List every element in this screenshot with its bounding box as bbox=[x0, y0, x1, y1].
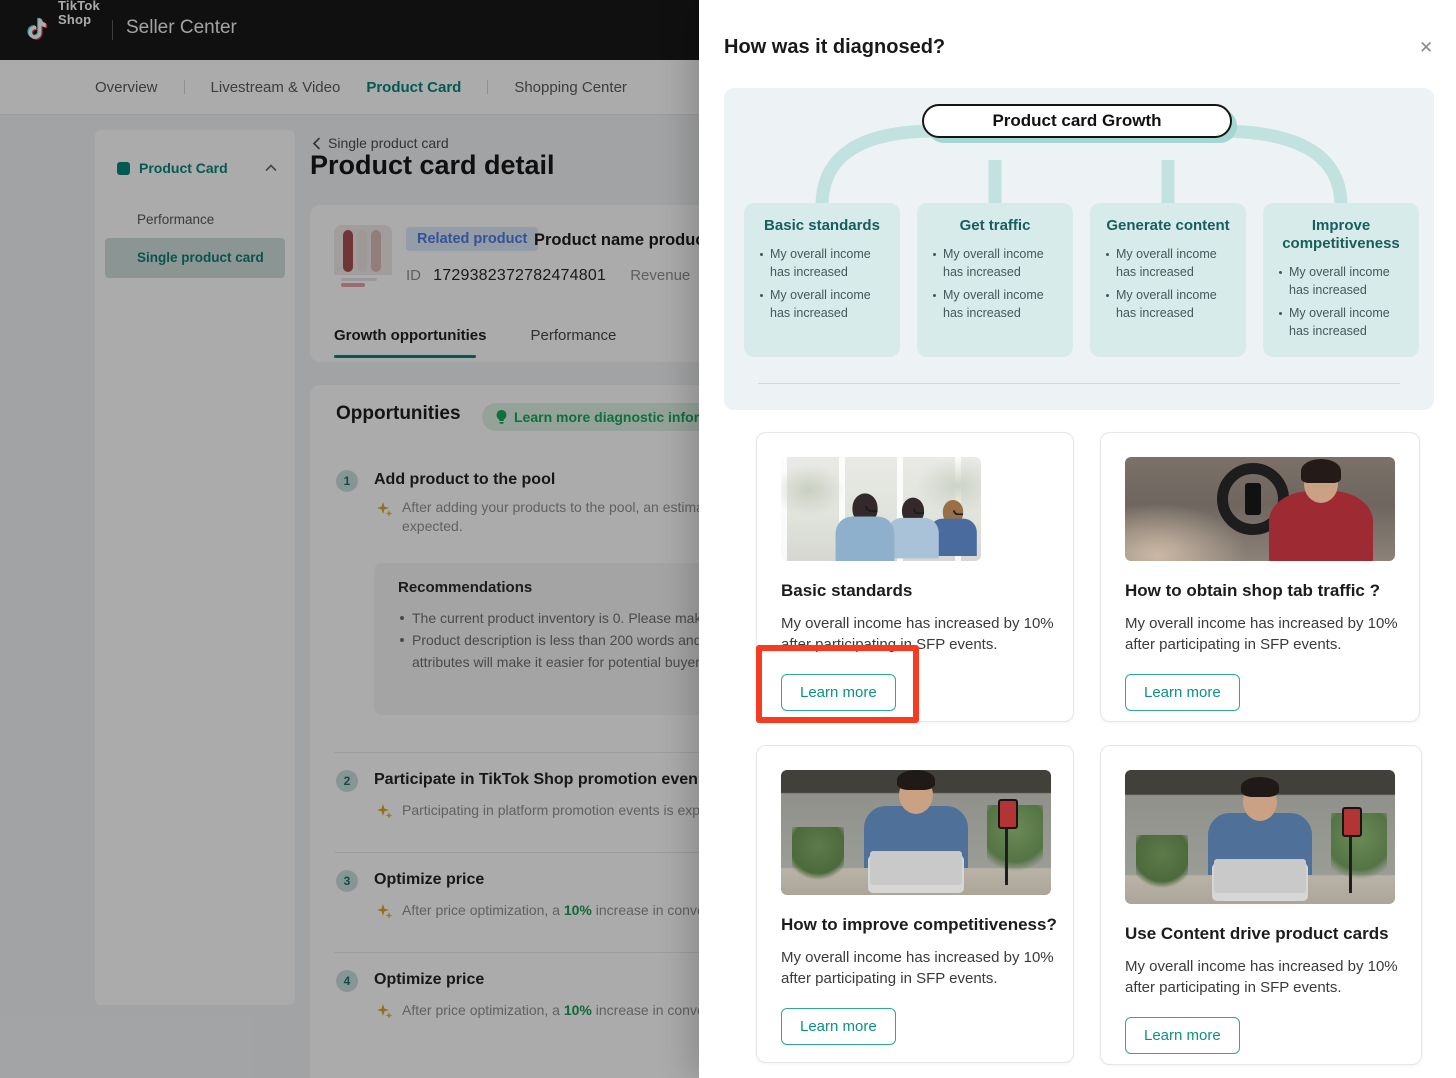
branch-bullet: My overall income has increased bbox=[1106, 245, 1230, 281]
branch-bullet: My overall income has increased bbox=[1279, 304, 1403, 340]
learn-more-button[interactable]: Learn more bbox=[1125, 1017, 1240, 1054]
diagram-root-node: Product card Growth bbox=[922, 104, 1232, 138]
branch-title: Improve competitiveness bbox=[1279, 217, 1403, 253]
card-body: My overall income has increased by 10% a… bbox=[781, 947, 1081, 990]
modal-backdrop[interactable] bbox=[0, 0, 699, 1078]
branch-title: Basic standards bbox=[760, 217, 884, 235]
learn-more-button[interactable]: Learn more bbox=[781, 1008, 896, 1045]
branch-bullet: My overall income has increased bbox=[760, 245, 884, 281]
topic-card-basic-standards: Basic standards My overall income has in… bbox=[756, 432, 1074, 722]
modal-title: How was it diagnosed? bbox=[724, 36, 945, 59]
card-body: My overall income has increased by 10% a… bbox=[781, 613, 1081, 656]
branch-basic-standards: Basic standards My overall income has in… bbox=[744, 203, 900, 357]
diagram-divider bbox=[758, 383, 1400, 384]
diagram-branches: Basic standards My overall income has in… bbox=[744, 203, 1419, 357]
branch-get-traffic: Get traffic My overall income has increa… bbox=[917, 203, 1073, 357]
card-photo-call-center bbox=[781, 457, 981, 561]
close-icon[interactable]: ✕ bbox=[1419, 38, 1433, 58]
card-body: My overall income has increased by 10% a… bbox=[1125, 613, 1425, 656]
branch-improve-competitiveness: Improve competitiveness My overall incom… bbox=[1263, 203, 1419, 357]
branch-bullet: My overall income has increased bbox=[1279, 263, 1403, 299]
learn-more-button[interactable]: Learn more bbox=[1125, 674, 1240, 711]
branch-bullet: My overall income has increased bbox=[760, 286, 884, 322]
card-title: How to improve competitiveness? bbox=[781, 915, 1049, 935]
topic-card-content-drive: Use Content drive product cards My overa… bbox=[1100, 745, 1422, 1065]
card-body: My overall income has increased by 10% a… bbox=[1125, 956, 1425, 999]
branch-title: Generate content bbox=[1106, 217, 1230, 235]
topic-card-shop-tab-traffic: How to obtain shop tab traffic ? My over… bbox=[1100, 432, 1420, 722]
card-title: How to obtain shop tab traffic ? bbox=[1125, 581, 1395, 601]
card-photo-ring-light bbox=[1125, 457, 1395, 561]
card-title: Use Content drive product cards bbox=[1125, 924, 1397, 944]
topic-card-improve-competitiveness: How to improve competitiveness? My overa… bbox=[756, 745, 1074, 1063]
branch-title: Get traffic bbox=[933, 217, 1057, 235]
card-photo-seller-desk bbox=[781, 770, 1051, 895]
diagnosis-modal: How was it diagnosed? ✕ Product card Gro… bbox=[699, 0, 1456, 1078]
branch-bullet: My overall income has increased bbox=[933, 286, 1057, 322]
branch-bullet: My overall income has increased bbox=[933, 245, 1057, 281]
growth-diagram: Product card Growth Basic standards My o… bbox=[724, 88, 1434, 410]
branch-generate-content: Generate content My overall income has i… bbox=[1090, 203, 1246, 357]
card-photo-seller-desk-2 bbox=[1125, 770, 1395, 904]
learn-more-button[interactable]: Learn more bbox=[781, 674, 896, 711]
card-title: Basic standards bbox=[781, 581, 1049, 601]
branch-bullet: My overall income has increased bbox=[1106, 286, 1230, 322]
